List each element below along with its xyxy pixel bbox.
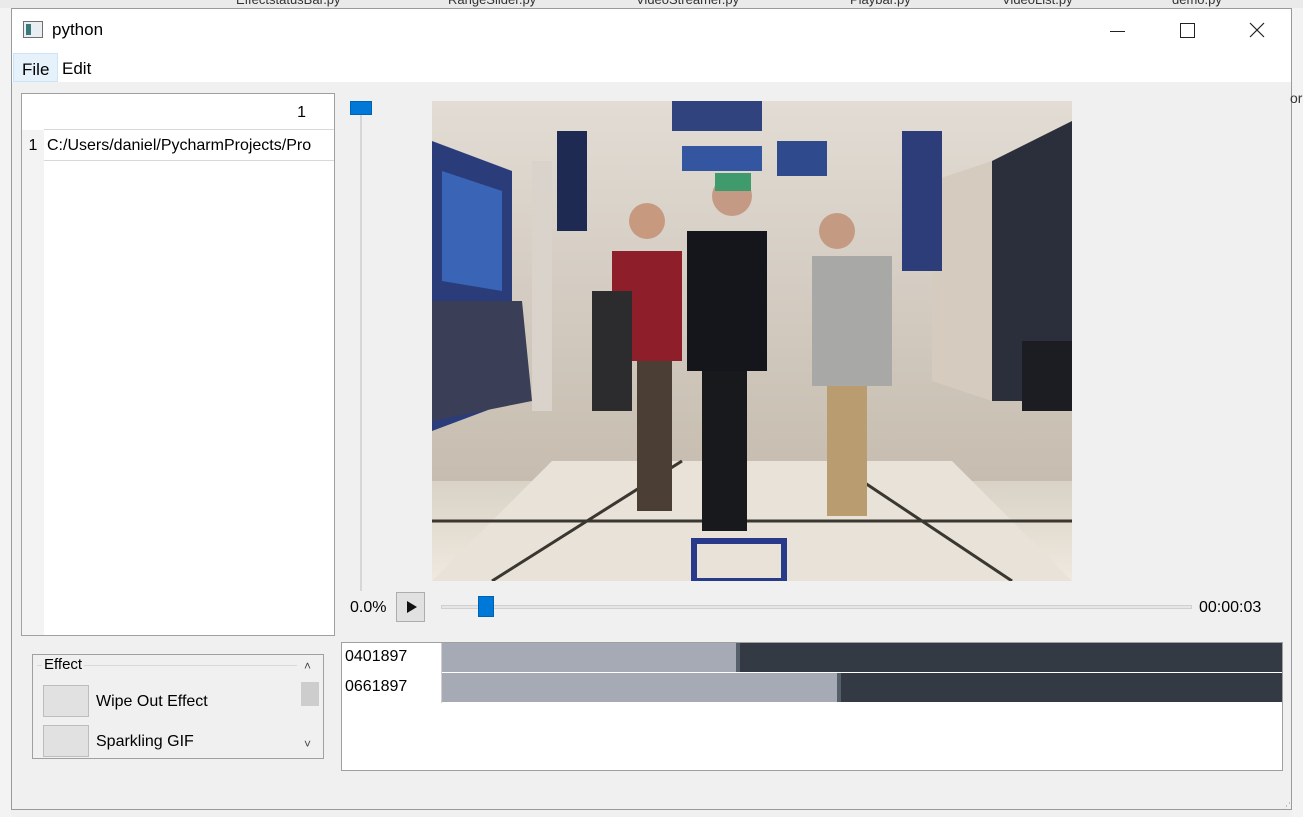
menu-edit[interactable]: Edit [54,53,99,82]
track-progress-fill [442,643,736,672]
background-tab: VideoStreamer.py [636,0,739,8]
effect-scrollbar[interactable]: ˄ ˅ [298,655,322,758]
track-row[interactable]: 0401897 [342,643,1282,673]
background-tab: RangeSlider.py [448,0,536,8]
maximize-icon [1179,22,1195,38]
background-window-right [1292,8,1303,817]
track-bar[interactable] [442,673,1282,702]
menu-file[interactable]: File [13,53,59,82]
background-tab: Playbar.py [850,0,911,8]
track-name: 0401897 [342,643,442,673]
seek-slider-handle[interactable] [478,596,494,617]
play-icon [406,601,417,613]
video-preview [432,101,1072,581]
scrollbar-thumb[interactable] [301,682,319,706]
vertical-slider-handle[interactable] [350,101,372,115]
background-tab: demo.py [1172,0,1222,8]
play-button[interactable] [396,592,425,622]
file-list-table[interactable]: 1 1 C:/Users/daniel/PycharmProjects/Pro [21,93,335,636]
effect-thumbnail [43,725,89,757]
close-icon [1249,22,1265,38]
track-marker[interactable] [837,673,841,702]
effect-label: Sparkling GIF [96,733,194,750]
track-progress-fill [442,673,837,702]
timeline-tracks: 0401897 0661897 [341,642,1283,771]
column-header[interactable]: 1 [44,94,334,130]
column-header-label: 1 [297,104,306,121]
track-row[interactable]: 0661897 [342,673,1282,703]
row-header[interactable]: 1 [22,137,44,155]
table-corner[interactable] [22,94,44,130]
app-window: python File Edit 1 1 C:/Users/daniel/Pyc… [11,8,1292,811]
row-divider [44,160,334,161]
resize-grip-icon[interactable]: ⋰ [1282,801,1292,811]
table-cell-path[interactable]: C:/Users/daniel/PycharmProjects/Pro [47,137,334,155]
row-header-column [22,130,44,635]
close-button[interactable] [1222,9,1292,51]
effect-label: Wipe Out Effect [96,693,208,710]
background-editor-tabs: EffectstatusBar.py RangeSlider.py VideoS… [0,0,1303,8]
effect-group: Effect Wipe Out Effect Sparkling GIF ˄ ˅ [32,654,324,759]
background-tab: VideoList.py [1002,0,1073,8]
seek-slider-track[interactable] [441,605,1192,609]
app-icon [23,21,43,38]
track-marker[interactable] [736,643,740,672]
video-frame-image [432,101,1072,581]
minimize-button[interactable] [1082,9,1152,51]
vertical-slider-track[interactable] [360,107,362,591]
progress-percent-label: 0.0% [350,599,387,616]
background-tab: EffectstatusBar.py [236,0,341,8]
background-window-text: or [1290,90,1303,106]
effect-thumbnail [43,685,89,717]
time-label: 00:00:03 [1199,599,1262,616]
window-title: python [52,20,104,39]
track-name: 0661897 [342,673,442,703]
title-bar[interactable]: python [12,9,1291,53]
effect-group-title: Effect [42,656,85,673]
track-bar[interactable] [442,643,1282,672]
maximize-button[interactable] [1152,9,1222,51]
menu-bar: File Edit [12,53,1291,82]
scroll-up-icon[interactable]: ˄ [304,659,311,673]
minimize-icon [1109,30,1125,32]
scroll-down-icon[interactable]: ˅ [304,737,311,751]
background-window-left [0,8,11,817]
